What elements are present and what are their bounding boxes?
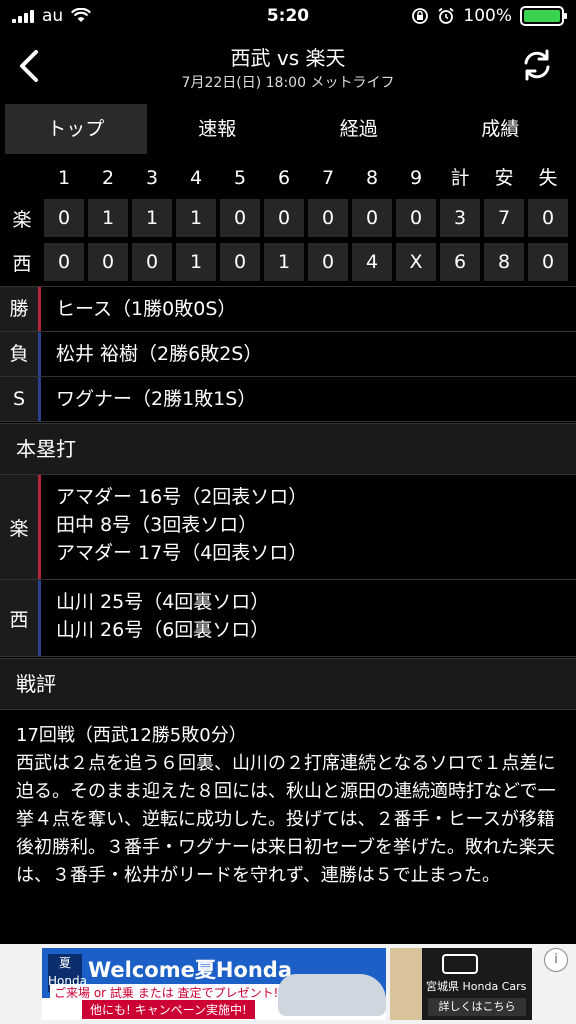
refresh-icon[interactable] [520,48,554,82]
tab-top[interactable]: トップ [5,104,147,154]
win-label: 勝 [0,287,38,331]
losing-pitcher-row: 負 松井 裕樹（2勝6敗2S） [0,331,576,376]
section-title: 本塁打 [16,437,76,461]
score-cell: 3 [440,199,480,237]
status-bar: au 5:20 100% [0,0,576,34]
score-cell: 1 [264,243,304,281]
inning-header: 3 [145,167,159,189]
score-cell: 8 [484,243,524,281]
inning-header: 7 [321,167,335,189]
team-color-bar [38,475,41,579]
total-header: 計 [450,167,470,189]
battery-percent: 100% [463,6,512,26]
score-cell: 6 [440,243,480,281]
home-run-section-header: 本塁打 [0,423,576,475]
ad-headline: Welcome夏Honda [88,958,293,982]
errors-header: 失 [538,167,558,189]
home-run-block-rakuten: 楽 アマダー 16号（2回表ソロ） 田中 8号（3回表ソロ） アマダー 17号（… [0,475,576,580]
score-cell: 1 [132,199,172,237]
inning-header: 8 [365,167,379,189]
ad-brand: 宮城県 Honda Cars [426,980,527,993]
score-cell: 0 [352,199,392,237]
ad-creative[interactable]: 夏 Honda Welcome夏Honda ご来場 or 試乗 または 査定でプ… [42,948,532,1020]
score-cell: 0 [220,199,260,237]
nav-bar: 西武 vs 楽天 7月22日(日) 18:00 メットライフ [0,34,576,100]
team-color-bar [38,287,41,331]
section-title: 戦評 [16,672,56,696]
alarm-icon [438,7,454,24]
ad-promo-text: ご来場 or 試乗 または 査定でプレゼント! [50,984,283,1001]
score-cell: 0 [528,243,568,281]
score-cell: 0 [220,243,260,281]
game-review: 17回戦（西武12勝5敗0分） 西武は２点を追う６回裏、山川の２打席連続となるソ… [16,722,564,890]
home-run-line[interactable]: 山川 25号（4回裏ソロ） [56,588,269,616]
home-run-line[interactable]: 田中 8号（3回表ソロ） [56,511,307,539]
score-cell: 0 [396,199,436,237]
home-run-line[interactable]: 山川 26号（6回裏ソロ） [56,616,269,644]
score-cell: 1 [176,199,216,237]
tab-live[interactable]: 速報 [147,104,289,154]
review-section-header: 戦評 [0,658,576,710]
score-cell: X [396,243,436,281]
loss-label: 負 [0,332,38,376]
inning-header: 6 [277,167,291,189]
score-cell: 0 [308,243,348,281]
team-label: 楽 [0,475,38,579]
ad-cta-button[interactable]: 詳しくはこちら [428,998,526,1016]
team-color-bar [38,332,41,376]
score-cell: 0 [528,199,568,237]
review-body: 西武は２点を追う６回裏、山川の２打席連続となるソロで１点差に迫る。そのまま迎えた… [16,753,556,886]
home-run-line[interactable]: アマダー 16号（2回表ソロ） [56,483,307,511]
tab-bar: トップ 速報 経過 成績 [5,104,571,154]
score-cell: 0 [132,243,172,281]
score-cell: 1 [176,243,216,281]
game-title: 西武 vs 楽天 [230,46,346,70]
score-cell: 1 [88,199,128,237]
tab-progress[interactable]: 経過 [288,104,430,154]
score-cell: 7 [484,199,524,237]
inning-header: 5 [233,167,247,189]
inning-header: 2 [101,167,115,189]
child-image [390,948,422,1020]
team-color-bar [38,377,41,421]
winning-pitcher-row: 勝 ヒース（1勝0敗0S） [0,286,576,331]
scoreboard-row-rakuten: 楽 0 1 1 1 0 0 0 0 0 3 7 0 [0,196,576,240]
scoreboard: 1 2 3 4 5 6 7 8 9 計 安 失 楽 0 1 1 1 0 0 0 … [0,160,576,284]
car-image [278,974,386,1016]
save-pitcher-row: S ワグナー（2勝1敗1S） [0,376,576,422]
team-label: 西 [12,252,32,275]
team-label: 西 [0,580,38,656]
ad-campaign-text: 他にも! キャンペーン実施中! [82,1000,255,1019]
home-run-block-seibu: 西 山川 25号（4回裏ソロ） 山川 26号（6回裏ソロ） [0,580,576,657]
score-cell: 0 [44,199,84,237]
inning-header: 9 [409,167,423,189]
score-cell: 0 [44,243,84,281]
score-cell: 4 [352,243,392,281]
hits-header: 安 [494,167,514,189]
save-label: S [0,377,38,421]
ad-banner[interactable]: 夏 Honda Welcome夏Honda ご来場 or 試乗 または 査定でプ… [0,944,576,1024]
score-cell: 0 [308,199,348,237]
rotation-lock-icon [412,8,429,24]
save-pitcher[interactable]: ワグナー（2勝1敗1S） [56,377,256,421]
home-run-line[interactable]: アマダー 17号（4回表ソロ） [56,539,307,567]
review-heading: 17回戦（西武12勝5敗0分） [16,725,247,746]
honda-logo-icon [442,954,478,974]
scoreboard-header: 1 2 3 4 5 6 7 8 9 計 安 失 [0,160,576,196]
team-label: 楽 [12,208,32,231]
inning-header: 1 [57,167,71,189]
losing-pitcher[interactable]: 松井 裕樹（2勝6敗2S） [56,332,262,376]
team-color-bar [38,580,41,656]
game-subtitle: 7月22日(日) 18:00 メットライフ [181,75,395,91]
score-cell: 0 [264,199,304,237]
score-cell: 0 [88,243,128,281]
tab-stats[interactable]: 成績 [430,104,572,154]
ad-info-icon[interactable]: i [544,948,568,972]
winning-pitcher[interactable]: ヒース（1勝0敗0S） [56,287,236,331]
inning-header: 4 [189,167,203,189]
battery-icon [520,6,567,26]
scoreboard-row-seibu: 西 0 0 0 1 0 1 0 4 X 6 8 0 [0,240,576,284]
